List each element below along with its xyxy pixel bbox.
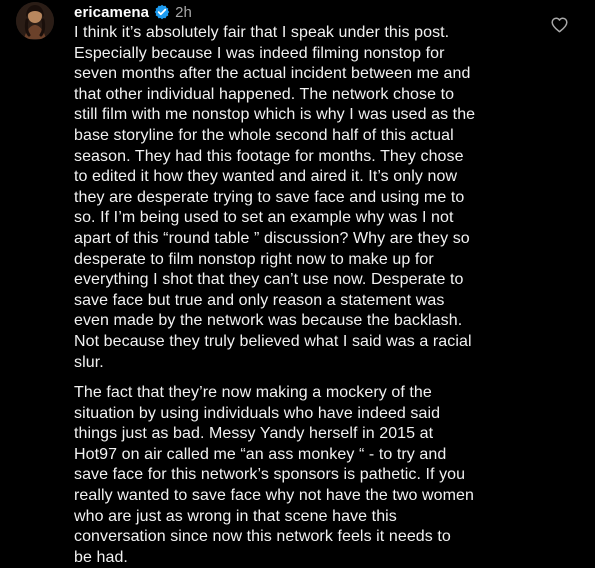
comment-line: Especially because I was indeed filming … — [74, 44, 445, 62]
comment-line: The fact that they’re now making a mocke… — [74, 384, 432, 402]
comment-paragraph-1: I think it’s absolutely fair that I spea… — [74, 23, 544, 373]
avatar[interactable] — [16, 2, 54, 40]
comment-line: situation by using individuals who have … — [74, 404, 441, 422]
comment-line: everything I shot that they can’t use no… — [74, 271, 464, 289]
comment-line: they are desperate trying to save face a… — [74, 188, 465, 206]
comment-line: even made by the network was because the… — [74, 312, 463, 330]
comment-line: things just as bad. Messy Yandy herself … — [74, 425, 434, 443]
comment-line: Not because they truly believed what I s… — [74, 332, 472, 350]
comment-line: conversation since now this network feel… — [74, 528, 451, 546]
comment-line: who are just as wrong in that scene have… — [74, 507, 397, 525]
comment-time: 2h — [175, 3, 192, 21]
comment-line: really wanted to save face why not have … — [74, 487, 475, 505]
comment-line: still film with me nonstop which is why … — [74, 106, 476, 124]
comment-line: base storyline for the whole second half… — [74, 126, 454, 144]
comment-line: I think it’s absolutely fair that I spea… — [74, 24, 450, 41]
comment-line: apart of this “round table ” discussion?… — [74, 229, 470, 247]
comment-line: seven months after the actual incident b… — [74, 65, 471, 83]
like-button[interactable] — [551, 17, 568, 33]
comment-line: Hot97 on air called me “an ass monkey “ … — [74, 445, 447, 463]
verified-badge-icon — [154, 4, 170, 20]
comment-line: slur. — [74, 353, 104, 371]
heart-outline-icon — [551, 17, 568, 33]
comment-line: to edited it how they wanted and aired i… — [74, 168, 458, 186]
comment-line: save face but true and only reason a sta… — [74, 291, 445, 309]
comment-line: that other individual happened. The netw… — [74, 85, 455, 103]
comment-line: so. If I’m being used to set an example … — [74, 209, 454, 227]
comment-line: desperate to film nonstop right now to m… — [74, 250, 434, 268]
instagram-comment: ericamena 2h I think it’s absolutely fai… — [0, 0, 595, 566]
comment-line: season. They had this footage for months… — [74, 147, 464, 165]
username[interactable]: ericamena — [74, 4, 149, 21]
comment-line: save face for this network’s sponsors is… — [74, 466, 466, 484]
comment-text: I think it’s absolutely fair that I spea… — [74, 23, 544, 568]
comment-paragraph-2: The fact that they’re now making a mocke… — [74, 383, 544, 568]
comment-line: be had. — [74, 548, 128, 566]
comment-header: ericamena 2h — [74, 1, 192, 23]
profile-photo-icon — [16, 2, 54, 40]
